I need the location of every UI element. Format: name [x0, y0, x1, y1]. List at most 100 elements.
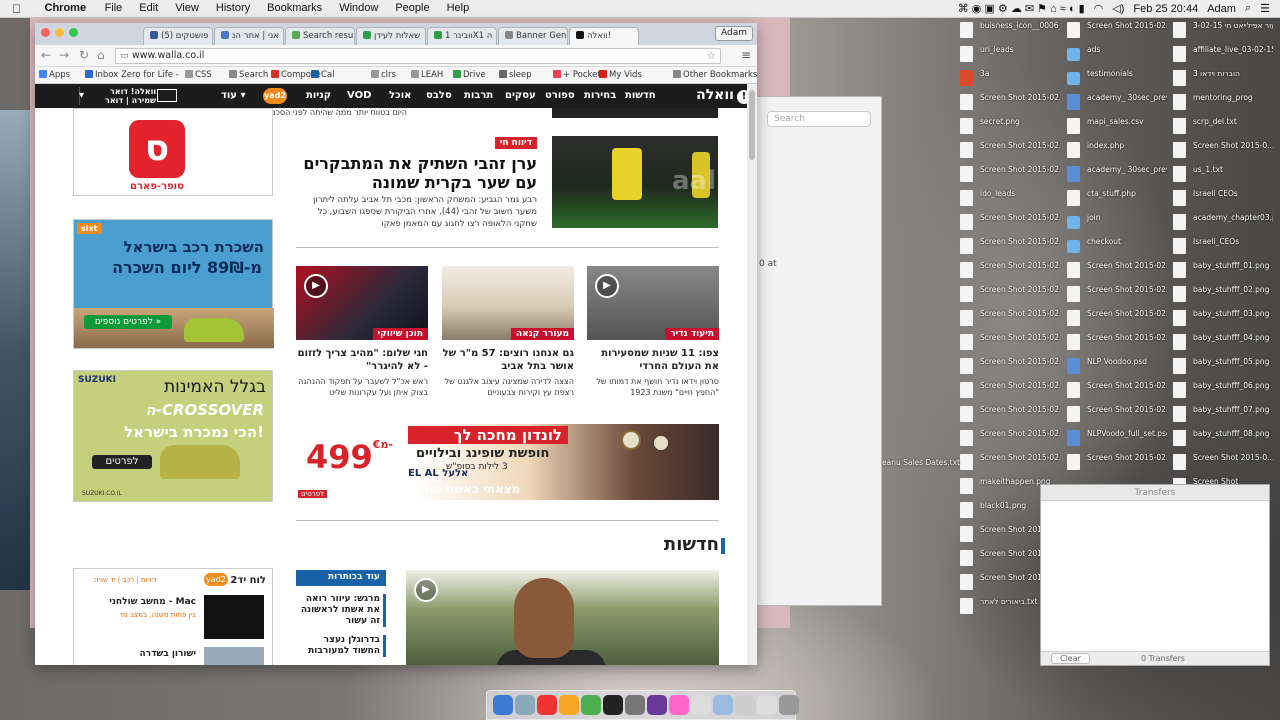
transfers-window[interactable]: Transfers Clear 0 Transfers	[1040, 484, 1270, 666]
walla-nav-item[interactable]: תרבות	[464, 90, 493, 101]
play-icon[interactable]: ▶	[414, 578, 438, 602]
article-card[interactable]: ▶ תיעוד נדיר צפו: 11 שניות שמסעירות את ה…	[587, 266, 719, 398]
clear-button[interactable]: Clear	[1051, 653, 1090, 664]
yad2-links[interactable]: דירות | רכב | יד שניה	[94, 576, 157, 584]
reload-icon[interactable]: ↻	[79, 48, 89, 62]
desktop-file-icon[interactable]: NLPVoodo_full_set.psd	[1067, 428, 1167, 450]
article-title[interactable]: חגי שלום: "מהיב צריך לזזום - לא להיגרר"	[296, 347, 428, 373]
article-title[interactable]: גם אנחנו רוצים: 57 מ"ר של אושר בתל אביב	[442, 347, 574, 373]
desktop-file-icon[interactable]: Screen Shot 2015-02...8.32.41 PM	[1067, 332, 1167, 354]
desktop-file-icon[interactable]: Screen Shot 2015-02...0.18.05 AM	[960, 380, 1060, 402]
headline-item[interactable]: מרגש: עיוור רואה את אשתו לראשונה זה עשור	[296, 594, 386, 627]
chrome-menu-icon[interactable]: ≡	[741, 48, 751, 62]
desktop-file-icon[interactable]: Screen Shot 2015-02...9.13.39 PM	[960, 284, 1060, 306]
play-icon[interactable]: ▶	[595, 274, 619, 298]
sixt-ad[interactable]: sixt השכרת רכב בישראל מ-89₪ ליום השכרה ל…	[73, 219, 274, 349]
trash-icon[interactable]	[779, 695, 799, 715]
app-icon[interactable]	[647, 695, 667, 715]
books-icon[interactable]	[559, 695, 579, 715]
desktop-file-icon[interactable]: uri_leads	[960, 44, 1060, 66]
walla-nav-item[interactable]: אוכל	[389, 90, 411, 101]
menubar-user[interactable]: Adam	[1207, 3, 1236, 15]
desktop-file-icon[interactable]: cta_stuff.php	[1067, 188, 1167, 210]
back-icon[interactable]: ←	[41, 48, 51, 62]
menu-history[interactable]: History	[207, 2, 258, 14]
close-icon[interactable]	[41, 28, 50, 37]
app-icon[interactable]	[713, 695, 733, 715]
minimize-icon[interactable]	[55, 28, 64, 37]
app-icon[interactable]	[735, 695, 755, 715]
maximize-icon[interactable]	[69, 28, 78, 37]
hero-image[interactable]: aal	[552, 136, 718, 228]
profile-button[interactable]: Adam	[715, 26, 753, 41]
desktop-file-icon[interactable]: ads	[1067, 44, 1167, 66]
bookmark-item[interactable]: CSS	[185, 70, 212, 80]
headline-item[interactable]: בדרוגלן נעצר החשוד למעורבות	[296, 635, 386, 657]
chrome-icon[interactable]	[581, 695, 601, 715]
browser-tab[interactable]: וואלה!	[569, 27, 639, 45]
page-scrollbar[interactable]	[747, 84, 757, 665]
walla-nav-item[interactable]: בחירות	[584, 90, 616, 101]
desktop-file-icon[interactable]: Screen Shot 2015-02...9.52.39 PM	[960, 428, 1060, 450]
bookmark-item[interactable]: My Vids	[599, 70, 642, 80]
address-bar[interactable]: ▭ www.walla.co.il ☆	[115, 48, 721, 64]
menubar-clock[interactable]: Feb 25 20:44	[1133, 3, 1198, 15]
menu-window[interactable]: Window	[331, 2, 387, 14]
desktop-file-icon[interactable]: checkout	[1067, 236, 1167, 258]
desktop-file-icon[interactable]: Screen Shot 2015-02...9.53.01 AM	[960, 332, 1060, 354]
walla-nav-item[interactable]: סלבס	[426, 90, 452, 101]
more-menu[interactable]: עוד ▾	[221, 90, 246, 101]
finder-window[interactable]: Search 0 at	[756, 96, 882, 606]
menu-bookmarks[interactable]: Bookmarks	[259, 2, 331, 14]
desktop-file-icon[interactable]: Screen Shot 2015-02...8.33.11 PM	[1067, 380, 1167, 402]
article-title[interactable]: צפו: 11 שניות שמסעירות את העולם החרדי	[587, 347, 719, 373]
desktop-file-icon[interactable]: secret.png	[960, 116, 1060, 138]
desktop-file-icon[interactable]: Screen Shot 2015-02...8.34.40 PM	[960, 212, 1060, 234]
bookmark-item[interactable]: Cal	[311, 70, 335, 80]
wifi-icon[interactable]: ◠	[1094, 2, 1104, 15]
desktop-file-icon[interactable]: academy_ 30sec_preview	[1067, 92, 1167, 114]
desktop-file-icon[interactable]: index.php	[1067, 140, 1167, 162]
mail-link[interactable]: וואלה! דואר שמירה | דואר	[105, 87, 156, 105]
hero-headline[interactable]: ערן זהבי השתיק את המתבקרים עם שער בקרית …	[301, 154, 537, 192]
desktop-file-icon[interactable]: Screen Shot 2015-02...1.19.05 AM	[960, 404, 1060, 426]
desktop-file-icon[interactable]: scrp_del.txt	[1173, 116, 1273, 138]
forward-icon[interactable]: →	[59, 48, 69, 62]
search-icon[interactable]: ⌕	[1245, 2, 1251, 15]
menu-edit[interactable]: Edit	[131, 2, 167, 14]
yad2-button[interactable]: yad2	[263, 88, 287, 104]
product-thumbnail[interactable]	[204, 595, 264, 639]
notes-icon[interactable]	[625, 695, 645, 715]
launchpad-icon[interactable]	[515, 695, 535, 715]
sixt-details-button[interactable]: לפרטים נוספים »	[84, 315, 172, 329]
bookmark-item[interactable]: Other Bookmarks	[673, 70, 757, 80]
walla-nav-item[interactable]: קניות	[306, 90, 331, 101]
desktop-file-icon[interactable]: ido_leads	[960, 188, 1060, 210]
menu-people[interactable]: People	[387, 2, 438, 14]
yad2-board[interactable]: לוח יד2 yad2 דירות | רכב | יד שניה מחשב …	[73, 568, 273, 665]
browser-tab[interactable]: שאלות לעידן	[356, 27, 426, 45]
scrollbar-thumb[interactable]	[749, 90, 755, 160]
desktop-file-icon[interactable]: Screen Shot 2015-02...8.38.25 PM	[1067, 404, 1167, 426]
desktop-file-icon[interactable]: baby_stuhfff_06.png	[1173, 380, 1273, 402]
bookmark-item[interactable]: Search	[229, 70, 268, 80]
walla-nav-item[interactable]: VOD	[347, 90, 371, 101]
suzuki-details-button[interactable]: לפרטים	[92, 455, 152, 469]
desktop-file-icon[interactable]: Screen Shot 2015-02...7.37.20 PM	[1067, 308, 1167, 330]
desktop-file-icon[interactable]: Screen Shot 2015-02...8.35.04 PM	[960, 260, 1060, 282]
menu-help[interactable]: Help	[438, 2, 478, 14]
desktop-file-icon[interactable]: baby_stuhfff_07.png	[1173, 404, 1273, 426]
article-card[interactable]: ▶ תוכן שיווקי חגי שלום: "מהיב צריך לזזום…	[296, 266, 428, 398]
notification-icon[interactable]: ☰	[1260, 2, 1270, 15]
suzuki-ad[interactable]: SUZUKI בגלל האמינות ה-CROSSOVER הכי נמכר…	[73, 370, 273, 502]
music-icon[interactable]	[537, 695, 557, 715]
desktop-file-icon[interactable]: Israeli_CEOs	[1173, 236, 1273, 258]
bookmark-star-icon[interactable]: ☆	[706, 49, 716, 62]
desktop-file-icon[interactable]: Screen Shot 2015-02...9.39.59 AM	[960, 308, 1060, 330]
desktop-file-icon[interactable]: Screen Shot 2015-02...1.44.24 PM	[1067, 20, 1167, 42]
desktop-file-icon[interactable]: Screen Shot 2015-02...7.32.00 PM	[1067, 260, 1167, 282]
mail-icon[interactable]	[157, 89, 177, 102]
news-video-image[interactable]: ▶	[406, 570, 719, 665]
home-icon[interactable]: ⌂	[97, 48, 105, 62]
menu-app-name[interactable]: Chrome	[36, 2, 96, 14]
